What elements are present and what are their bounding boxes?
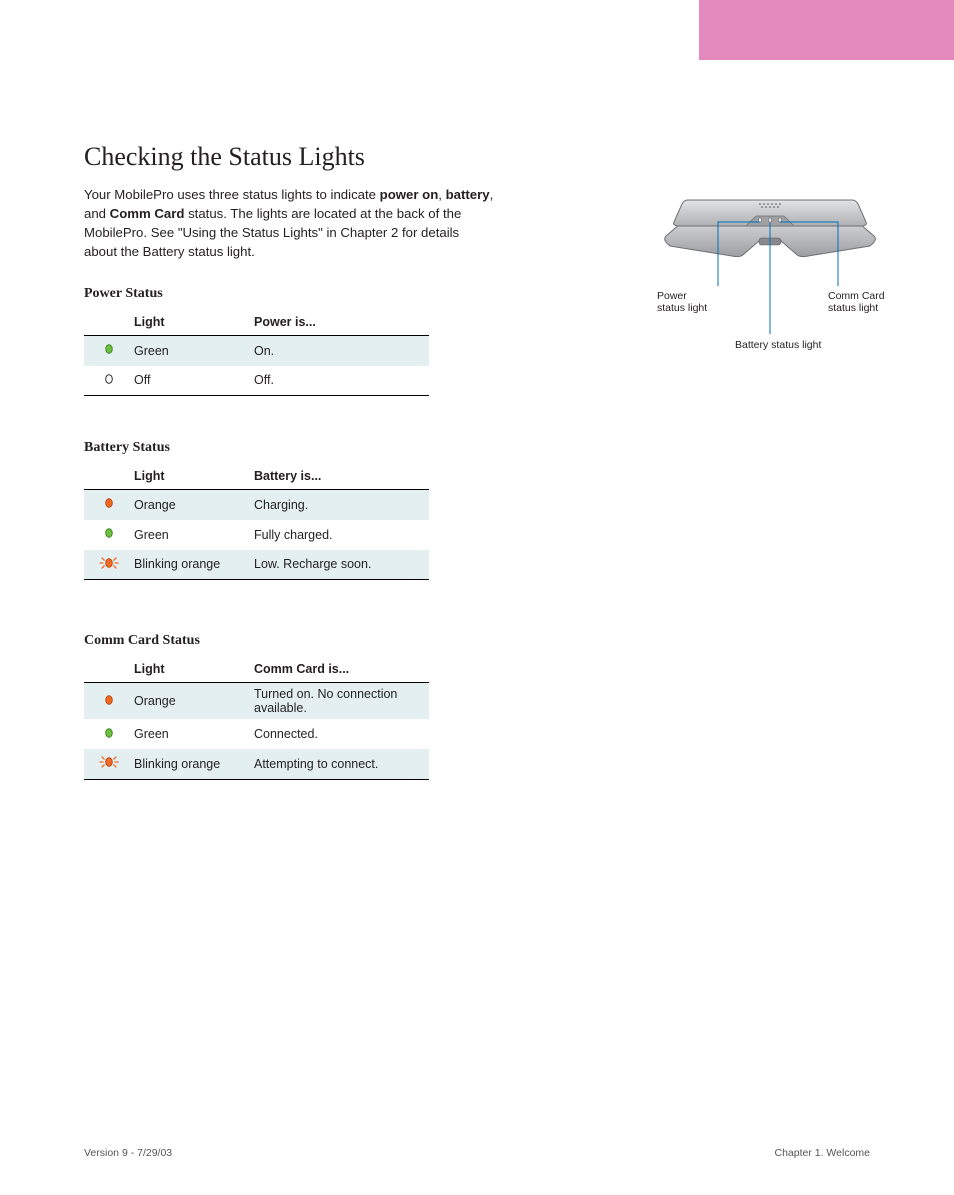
- col-value: Power is...: [254, 311, 429, 336]
- intro-text: Your MobilePro uses three status lights …: [84, 185, 514, 262]
- table-row: Blinking orangeLow. Recharge soon.: [84, 550, 429, 580]
- table-row: OrangeCharging.: [84, 490, 429, 520]
- light-value: Fully charged.: [254, 520, 429, 550]
- light-value: Charging.: [254, 490, 429, 520]
- table-row: GreenConnected.: [84, 719, 429, 749]
- light-label: Green: [134, 336, 254, 366]
- table-row: GreenOn.: [84, 336, 429, 366]
- light-label: Orange: [134, 490, 254, 520]
- intro-span: ,: [490, 187, 494, 202]
- led-blink: [84, 550, 134, 580]
- led-off: [84, 366, 134, 396]
- light-label: Green: [134, 520, 254, 550]
- led-blink: [84, 749, 134, 779]
- led-green: [84, 520, 134, 550]
- commcard-status-rows: OrangeTurned on. No connection available…: [84, 683, 429, 780]
- callout-power: Power status light: [657, 290, 717, 314]
- col-value: Comm Card is...: [254, 658, 429, 683]
- col-light: Light: [134, 465, 254, 490]
- intro-bold-1: power on: [380, 187, 439, 202]
- col-light: Light: [134, 311, 254, 336]
- intro-span: about the Battery status light.: [84, 244, 255, 259]
- led-green: [84, 719, 134, 749]
- light-value: Turned on. No connection available.: [254, 683, 429, 720]
- light-label: Blinking orange: [134, 550, 254, 580]
- intro-span: Your MobilePro uses three status lights …: [84, 187, 380, 202]
- commcard-status-heading: Comm Card Status: [84, 633, 200, 649]
- table-row: Blinking orangeAttempting to connect.: [84, 749, 429, 779]
- footer-left: Version 9 - 7/29/03: [84, 1147, 172, 1159]
- light-label: Green: [134, 719, 254, 749]
- light-value: On.: [254, 336, 429, 366]
- light-value: Low. Recharge soon.: [254, 550, 429, 580]
- intro-span: and: [84, 206, 110, 221]
- col-light: Light: [134, 658, 254, 683]
- table-row: OffOff.: [84, 366, 429, 396]
- callout-commcard: Comm Card status light: [828, 290, 898, 314]
- light-value: Off.: [254, 366, 429, 396]
- light-value: Connected.: [254, 719, 429, 749]
- intro-bold-2: battery: [446, 187, 490, 202]
- page-footer: Version 9 - 7/29/03 Chapter 1. Welcome: [84, 1147, 870, 1159]
- intro-span: ,: [438, 187, 445, 202]
- commcard-status-table: Light Comm Card is... OrangeTurned on. N…: [84, 658, 429, 780]
- power-status-rows: GreenOn.OffOff.: [84, 336, 429, 396]
- page-tab-accent: [699, 0, 954, 60]
- intro-bold-3: Comm Card: [110, 206, 185, 221]
- page-title: Checking the Status Lights: [84, 142, 365, 172]
- power-status-heading: Power Status: [84, 286, 163, 302]
- table-row: GreenFully charged.: [84, 520, 429, 550]
- battery-status-rows: OrangeCharging.GreenFully charged.Blinki…: [84, 490, 429, 580]
- battery-status-table: Light Battery is... OrangeCharging.Green…: [84, 465, 429, 580]
- col-value: Battery is...: [254, 465, 429, 490]
- footer-right: Chapter 1. Welcome: [774, 1147, 870, 1159]
- table-row: OrangeTurned on. No connection available…: [84, 683, 429, 720]
- intro-span: status. The lights are located at the ba…: [184, 206, 461, 221]
- light-value: Attempting to connect.: [254, 749, 429, 779]
- callout-battery: Battery status light: [735, 339, 825, 351]
- led-orange: [84, 683, 134, 720]
- led-green: [84, 336, 134, 366]
- light-label: Off: [134, 366, 254, 396]
- power-status-table: Light Power is... GreenOn.OffOff.: [84, 311, 429, 396]
- intro-span: MobilePro. See "Using the Status Lights"…: [84, 225, 459, 240]
- battery-status-heading: Battery Status: [84, 440, 170, 456]
- light-label: Orange: [134, 683, 254, 720]
- led-orange: [84, 490, 134, 520]
- light-label: Blinking orange: [134, 749, 254, 779]
- device-illustration: [660, 196, 880, 336]
